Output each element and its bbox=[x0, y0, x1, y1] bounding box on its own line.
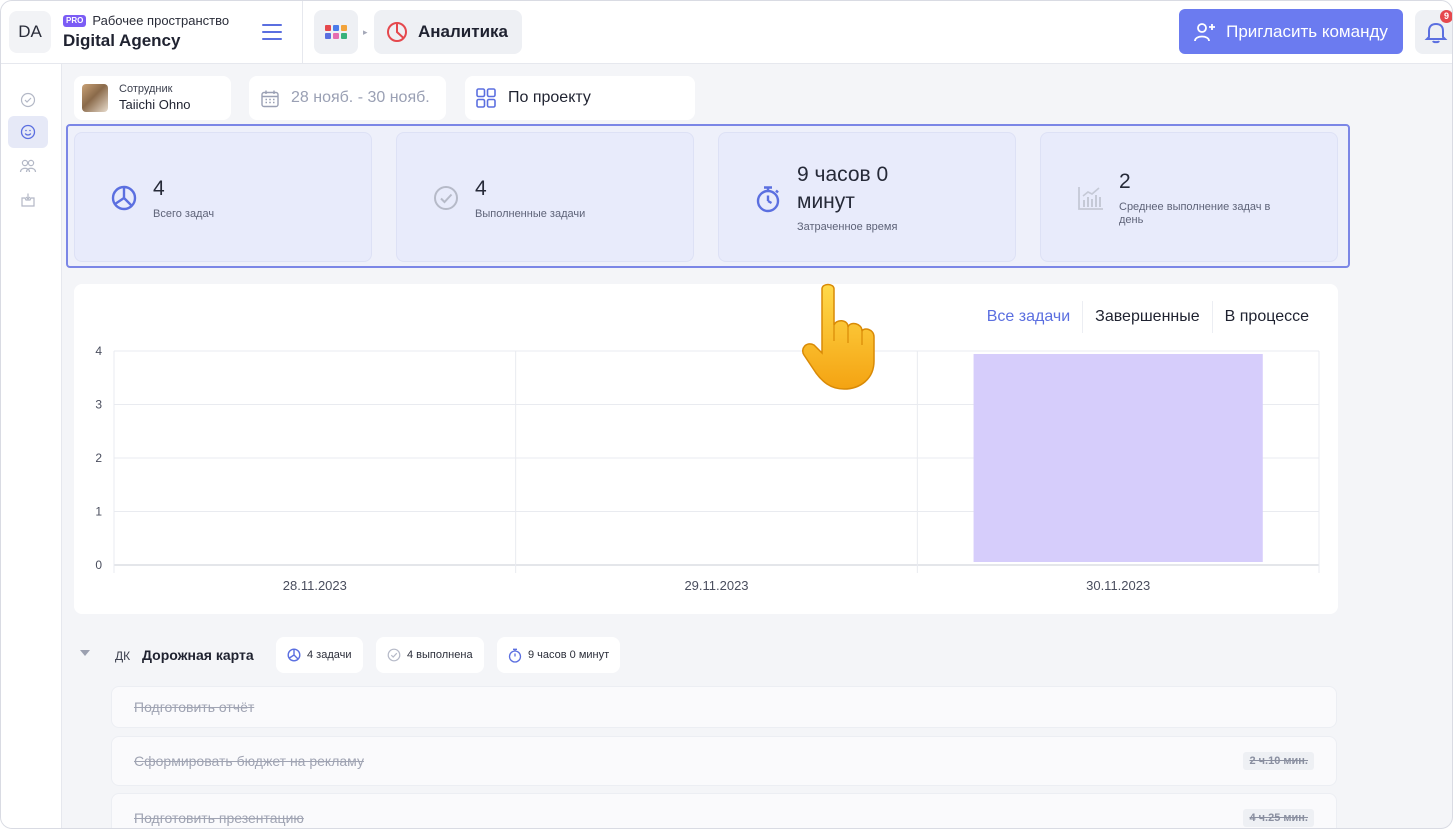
tab-completed[interactable]: Завершенные bbox=[1082, 301, 1211, 333]
stat-label: Затраченное время bbox=[797, 221, 898, 233]
x-tick-label: 28.11.2023 bbox=[283, 578, 347, 593]
bar-chart: 0 1 2 3 4 28.11.2023 29.11.2023 30.11.2023 bbox=[95, 344, 1320, 593]
y-tick-label: 0 bbox=[95, 558, 102, 572]
workspace-switcher[interactable]: PRO Рабочее пространство bbox=[63, 13, 229, 28]
employee-filter[interactable]: Сотрудник Taiichi Ohno bbox=[74, 76, 231, 120]
chart-card: 0 1 2 3 4 28.11.2023 29.11.2023 30.11.2023 Все … bbox=[74, 284, 1338, 614]
stopwatch-icon bbox=[508, 648, 522, 663]
date-range-filter[interactable]: 28 нояб. - 30 нояб. bbox=[249, 76, 446, 120]
pie-icon bbox=[111, 185, 137, 211]
task-title: Сформировать бюджет на рекламу bbox=[134, 753, 364, 769]
pie-icon bbox=[287, 648, 301, 662]
y-tick-label: 1 bbox=[95, 505, 102, 519]
x-tick-label: 30.11.2023 bbox=[1086, 578, 1150, 593]
breadcrumb-label: Аналитика bbox=[418, 22, 508, 41]
done-count-chip: 4 выполнена bbox=[376, 637, 484, 673]
divider bbox=[302, 1, 303, 64]
y-tick-label: 2 bbox=[95, 451, 102, 465]
stopwatch-icon bbox=[756, 186, 780, 213]
task-row[interactable]: Сформировать бюджет на рекламу 2 ч.10 ми… bbox=[111, 736, 1337, 786]
sidebar-item-analytics[interactable] bbox=[8, 116, 48, 148]
stat-card-total-tasks: 4 Всего задач bbox=[74, 132, 372, 262]
pointer-hand-icon bbox=[802, 283, 875, 390]
invite-team-label: Пригласить команду bbox=[1226, 21, 1388, 41]
top-bar: DA PRO Рабочее пространство Digital Agen… bbox=[1, 1, 1452, 64]
stat-card-avg-per-day: 2 Среднее выполнение задач в день bbox=[1040, 132, 1338, 262]
bar-chart-icon bbox=[1078, 187, 1103, 210]
check-circle-icon bbox=[387, 648, 401, 662]
workspace-name[interactable]: Digital Agency bbox=[63, 31, 180, 51]
task-title: Подготовить презентацию bbox=[134, 810, 304, 826]
employee-filter-label: Сотрудник bbox=[119, 83, 173, 95]
stat-value: 4 bbox=[475, 177, 487, 200]
project-abbr: ДК bbox=[115, 649, 131, 663]
task-row[interactable]: Подготовить презентацию 4 ч.25 мин. bbox=[111, 793, 1337, 828]
done-count-label: 4 выполнена bbox=[407, 649, 473, 661]
chart-tabs: Все задачи Завершенные В процессе bbox=[975, 301, 1321, 333]
stat-value-line1: 9 часов 0 bbox=[797, 163, 889, 186]
breadcrumb-current[interactable]: Аналитика bbox=[374, 10, 522, 54]
hamburger-menu-icon[interactable] bbox=[259, 21, 285, 43]
sidebar-item-tasks[interactable] bbox=[8, 84, 48, 116]
add-user-icon bbox=[1194, 22, 1216, 41]
notification-badge: 9 bbox=[1440, 10, 1452, 23]
chevron-right-icon: ▸ bbox=[363, 27, 368, 37]
inbox-icon bbox=[21, 193, 35, 207]
apps-button[interactable] bbox=[314, 10, 358, 54]
stat-card-completed-tasks: 4 Выполненные задачи bbox=[396, 132, 694, 262]
apps-grid-icon bbox=[325, 25, 347, 39]
stat-value-line2: минут bbox=[797, 190, 855, 213]
project-group-header: ДК Дорожная карта 4 задачи 4 выполнена 9… bbox=[74, 637, 774, 673]
app-window: DA PRO Рабочее пространство Digital Agen… bbox=[0, 0, 1453, 829]
stat-label-line1: Среднее выполнение задач в bbox=[1119, 201, 1271, 213]
check-circle-icon bbox=[434, 186, 458, 210]
check-circle-icon bbox=[20, 92, 36, 108]
calendar-icon bbox=[261, 90, 279, 108]
sidebar-item-team[interactable] bbox=[8, 150, 48, 182]
sidebar bbox=[1, 64, 62, 828]
project-name[interactable]: Дорожная карта bbox=[142, 647, 254, 663]
notifications-button[interactable]: 9 bbox=[1415, 10, 1452, 54]
stat-value: 2 bbox=[1119, 170, 1131, 193]
y-tick-label: 4 bbox=[95, 344, 102, 358]
group-by-filter[interactable]: По проекту bbox=[465, 76, 695, 120]
task-time-badge: 2 ч.10 мин. bbox=[1243, 752, 1314, 770]
task-time-badge: 4 ч.25 мин. bbox=[1243, 809, 1314, 827]
stat-label: Выполненные задачи bbox=[475, 208, 586, 220]
chart-bar bbox=[973, 354, 1263, 562]
analytics-pie-icon bbox=[387, 22, 407, 42]
workspace-avatar[interactable]: DA bbox=[9, 11, 51, 53]
tasks-count-label: 4 задачи bbox=[307, 649, 352, 661]
time-spent-chip: 9 часов 0 минут bbox=[497, 637, 621, 673]
tab-in-progress[interactable]: В процессе bbox=[1211, 301, 1321, 333]
time-spent-label: 9 часов 0 минут bbox=[528, 649, 610, 661]
collapse-caret-icon[interactable] bbox=[80, 650, 90, 656]
y-tick-label: 3 bbox=[95, 398, 102, 412]
group-by-value: По проекту bbox=[508, 89, 591, 106]
employee-name: Taiichi Ohno bbox=[119, 97, 191, 112]
task-row[interactable]: Подготовить отчёт bbox=[111, 686, 1337, 728]
tab-all-tasks[interactable]: Все задачи bbox=[975, 301, 1082, 333]
x-tick-label: 29.11.2023 bbox=[684, 578, 748, 593]
users-icon bbox=[19, 159, 37, 173]
workspace-label: Рабочее пространство bbox=[92, 13, 230, 28]
date-range-value: 28 нояб. - 30 нояб. bbox=[291, 89, 430, 106]
task-title: Подготовить отчёт bbox=[134, 699, 255, 715]
sidebar-item-inbox[interactable] bbox=[8, 184, 48, 216]
bell-icon bbox=[1424, 22, 1448, 44]
stat-value: 4 bbox=[153, 177, 165, 200]
stat-card-time-spent: 9 часов 0 минут Затраченное время bbox=[718, 132, 1016, 262]
tasks-count-chip: 4 задачи bbox=[276, 637, 363, 673]
stat-label-line2: день bbox=[1119, 214, 1144, 226]
pro-badge: PRO bbox=[63, 14, 87, 27]
smile-icon bbox=[20, 124, 36, 140]
grid-icon bbox=[476, 88, 496, 108]
invite-team-button[interactable]: Пригласить команду bbox=[1179, 9, 1403, 54]
avatar bbox=[82, 84, 108, 112]
stat-label: Всего задач bbox=[153, 208, 215, 220]
